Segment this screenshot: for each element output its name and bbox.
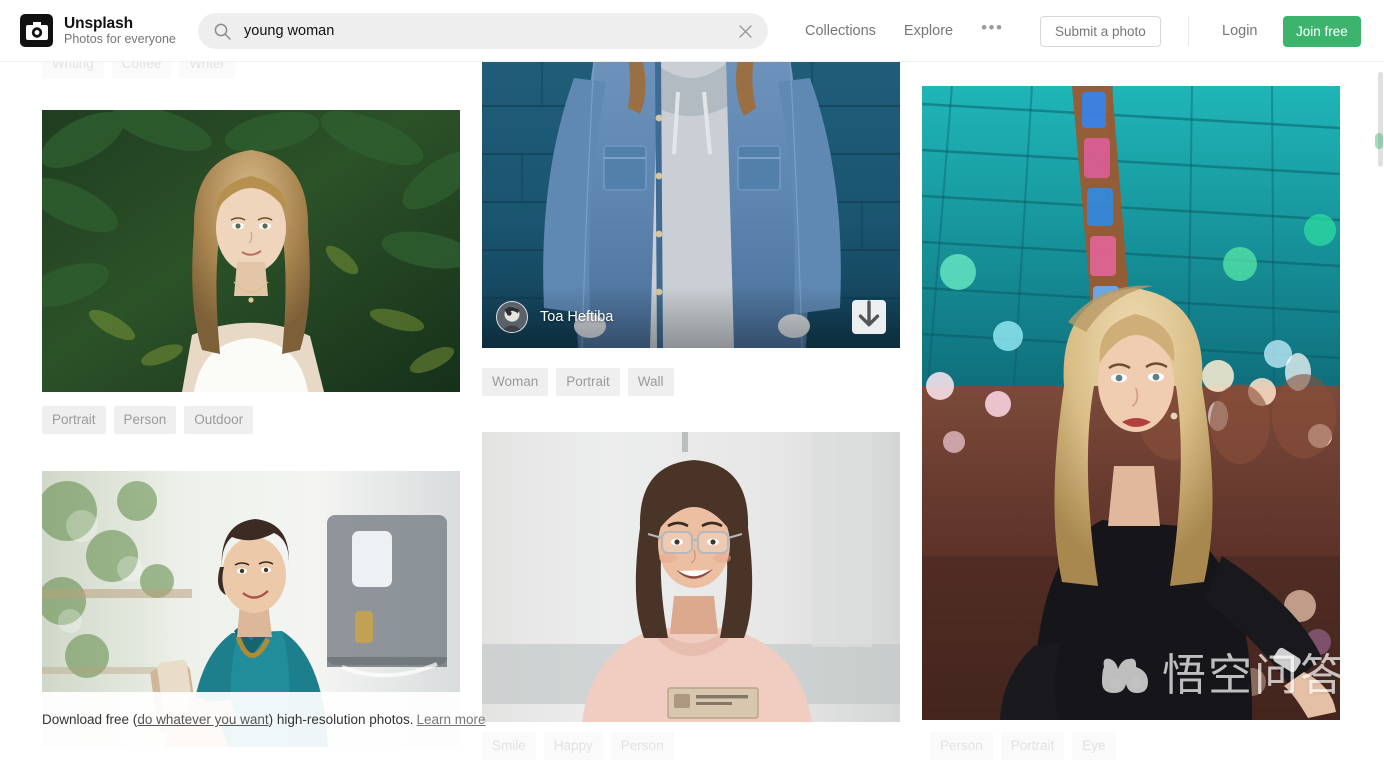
photo-grid: Writing Coffee Writer xyxy=(0,0,1384,747)
card-smiling-glasses[interactable] xyxy=(482,432,900,722)
tag-chip[interactable]: Person xyxy=(930,732,993,760)
submit-photo-button[interactable]: Submit a photo xyxy=(1040,16,1161,47)
learn-more-link[interactable]: Learn more xyxy=(417,712,486,727)
nav-link-collections[interactable]: Collections xyxy=(805,23,876,39)
photo-portrait-greenery[interactable] xyxy=(42,110,460,392)
close-icon xyxy=(739,25,752,38)
tag-chip[interactable]: Wall xyxy=(628,368,674,396)
scrollbar-thumb[interactable] xyxy=(1378,72,1383,167)
photo-author-overlay: Toa Heftiba xyxy=(482,286,900,348)
banner-middle: ) high-resolution photos. xyxy=(269,712,414,727)
banner-text: Download free (do whatever you want) hig… xyxy=(42,712,486,727)
tag-chip[interactable]: Eye xyxy=(1072,732,1115,760)
card-portrait-greenery[interactable] xyxy=(42,110,460,392)
tag-chip[interactable]: Person xyxy=(114,406,177,434)
card-blonde-lights[interactable] xyxy=(922,86,1340,720)
nav-link-explore[interactable]: Explore xyxy=(904,23,953,39)
photo-denim-jacket[interactable]: Toa Heftiba xyxy=(482,58,900,348)
clear-search-button[interactable] xyxy=(728,14,762,48)
do-whatever-you-want-link[interactable]: do whatever you want xyxy=(137,712,268,727)
brand-logo[interactable]: Unsplash Photos for everyone xyxy=(20,14,176,47)
download-button[interactable] xyxy=(852,300,886,334)
header-divider xyxy=(1188,16,1189,46)
tag-chip[interactable]: Outdoor xyxy=(184,406,253,434)
scroll-position-indicator xyxy=(1375,133,1383,149)
card-denim-jacket[interactable]: Toa Heftiba xyxy=(482,58,900,348)
tag-row: Smile Happy Person xyxy=(482,732,674,760)
download-free-banner: Download free (do whatever you want) hig… xyxy=(42,692,460,747)
tag-chip[interactable]: Woman xyxy=(482,368,548,396)
tag-row: Woman Portrait Wall xyxy=(482,368,674,396)
tag-chip[interactable]: Person xyxy=(611,732,674,760)
more-menu-icon[interactable]: ••• xyxy=(981,18,1003,38)
brand-tagline: Photos for everyone xyxy=(64,32,176,46)
photo-blonde-lights[interactable] xyxy=(922,86,1340,720)
primary-nav: Collections Explore ••• xyxy=(805,0,1003,62)
avatar[interactable] xyxy=(496,301,528,333)
tag-chip[interactable]: Smile xyxy=(482,732,536,760)
search-bar[interactable] xyxy=(198,13,768,49)
search-icon xyxy=(214,23,231,40)
search-input[interactable] xyxy=(244,14,728,48)
join-free-button[interactable]: Join free xyxy=(1283,16,1361,47)
tag-row: Portrait Person Outdoor xyxy=(42,406,253,434)
tag-chip[interactable]: Happy xyxy=(544,732,603,760)
tag-chip[interactable]: Portrait xyxy=(556,368,620,396)
tag-chip[interactable]: Portrait xyxy=(1001,732,1065,760)
camera-icon xyxy=(20,14,53,47)
photo-smiling-glasses[interactable] xyxy=(482,432,900,722)
tag-row: Person Portrait Eye xyxy=(930,732,1116,760)
tag-chip[interactable]: Portrait xyxy=(42,406,106,434)
banner-prefix: Download free ( xyxy=(42,712,137,727)
site-header: Unsplash Photos for everyone Collections… xyxy=(0,0,1384,62)
photo-author-name[interactable]: Toa Heftiba xyxy=(540,309,613,325)
login-link[interactable]: Login xyxy=(1222,0,1257,62)
brand-title: Unsplash xyxy=(64,15,176,32)
